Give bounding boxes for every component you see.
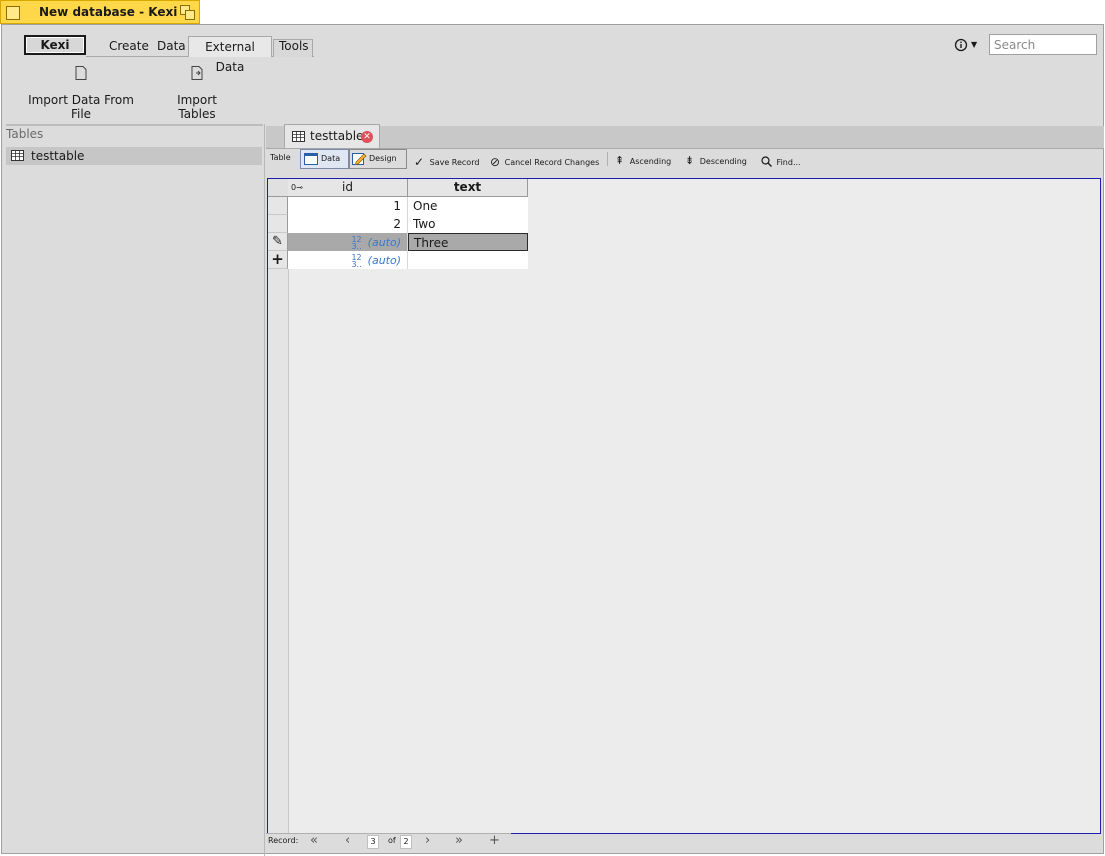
table-cell[interactable]: 12 3.. (auto) — [288, 233, 408, 251]
new-record-row-header[interactable]: + — [268, 251, 288, 269]
sort-ascending-button[interactable]: ⇞ Ascending — [615, 154, 671, 167]
table-cell[interactable]: 1 — [288, 197, 408, 215]
import-data-from-file-button[interactable]: Import Data From File — [20, 65, 142, 121]
previous-record-icon[interactable]: ‹ — [345, 833, 350, 848]
table-grid[interactable] — [267, 178, 1101, 834]
tab-testtable[interactable]: testtable ✕ — [284, 124, 380, 148]
next-record-icon[interactable]: › — [425, 833, 430, 848]
import-tables-icon — [191, 66, 203, 80]
import-tables-label: Import Tables — [177, 93, 217, 121]
last-record-icon[interactable]: » — [455, 833, 463, 848]
table-cell[interactable]: 2 — [288, 215, 408, 233]
record-of-label: of — [388, 836, 396, 845]
new-record-icon[interactable]: + — [489, 833, 500, 848]
search-input[interactable] — [989, 34, 1097, 55]
project-navigator — [6, 124, 263, 853]
row-header[interactable] — [268, 197, 288, 215]
table-cell[interactable]: One — [408, 197, 528, 215]
datasheet-icon — [304, 153, 318, 165]
window-title: New database - Kexi — [39, 5, 178, 19]
chevron-down-icon[interactable]: ▼ — [971, 40, 977, 49]
checkmark-icon: ✓ — [414, 155, 425, 169]
info-icon[interactable] — [954, 38, 968, 52]
autonumber-icon: 12 3.. — [351, 235, 362, 251]
pencil-icon: ✎ — [272, 234, 283, 249]
sort-ascending-icon: ⇞ — [615, 154, 625, 167]
tab-kexi[interactable]: Kexi — [24, 35, 86, 55]
autonumber-icon: 12 3.. — [351, 253, 362, 269]
auto-value: (auto) — [367, 236, 401, 249]
navigator-header: Tables — [6, 127, 44, 141]
cancel-record-changes-label: Cancel Record Changes — [504, 158, 600, 167]
column-header-text[interactable]: text — [408, 179, 528, 197]
window-menu-icon[interactable] — [6, 6, 20, 20]
toolbar-section-label: Table — [270, 153, 291, 162]
keep-above-icon[interactable] — [180, 5, 195, 20]
autonumber-icon-bottom: 3.. — [351, 241, 362, 251]
sort-ascending-label: Ascending — [629, 157, 672, 166]
column-header-label: id — [342, 180, 353, 194]
close-icon[interactable]: ✕ — [361, 131, 373, 143]
data-view-label: Data — [321, 154, 341, 163]
main-window: Kexi Create Data External Data Tools ▼ I… — [1, 24, 1104, 856]
find-button[interactable]: Find... — [761, 154, 801, 167]
navigator-item-label: testtable — [31, 149, 85, 163]
autonumber-icon-bottom: 3.. — [351, 259, 362, 269]
first-record-icon[interactable]: « — [310, 833, 318, 848]
tab-create[interactable]: Create — [109, 39, 149, 53]
tab-data[interactable]: Data — [157, 39, 186, 53]
row-header-editing[interactable]: ✎ — [268, 233, 288, 251]
row-header[interactable] — [268, 215, 288, 233]
sort-descending-label: Descending — [699, 157, 747, 166]
record-total: 2 — [400, 835, 412, 849]
file-icon — [75, 66, 87, 80]
table-cell[interactable]: 12 3.. (auto) — [288, 251, 408, 269]
design-view-button[interactable]: Design — [349, 149, 407, 169]
table-cell[interactable] — [408, 251, 528, 269]
data-view-button[interactable]: Data — [300, 149, 349, 169]
navigator-item-testtable[interactable]: testtable — [6, 147, 262, 165]
auto-value: (auto) — [367, 254, 401, 267]
table-icon — [11, 150, 24, 161]
cancel-icon: ⊘ — [490, 155, 501, 169]
column-header-id[interactable]: 0⊸ id — [288, 179, 408, 197]
document-tab-bar — [266, 126, 1104, 149]
import-data-from-file-label: Import Data From File — [28, 93, 134, 121]
design-view-label: Design — [369, 154, 397, 163]
record-navigator-divider — [266, 833, 511, 834]
table-icon — [292, 131, 305, 142]
import-tables-button[interactable]: Import Tables — [157, 65, 237, 121]
table-cell-current[interactable]: Three — [408, 233, 528, 251]
find-label: Find... — [776, 158, 801, 167]
cancel-record-changes-button[interactable]: ⊘ Cancel Record Changes — [490, 154, 600, 169]
window-titlebar[interactable]: New database - Kexi — [0, 0, 200, 24]
tab-external-data[interactable]: External Data — [188, 36, 272, 74]
save-record-button[interactable]: ✓ Save Record — [414, 154, 480, 169]
record-navigator-label: Record: — [268, 836, 299, 845]
search-icon — [761, 156, 772, 167]
current-record-input[interactable]: 3 — [367, 835, 379, 849]
table-cell[interactable]: Two — [408, 215, 528, 233]
pane-splitter[interactable] — [264, 124, 265, 856]
tab-tools[interactable]: Tools — [279, 39, 309, 53]
primary-key-icon: 0⊸ — [291, 183, 303, 192]
design-pencil-icon — [352, 153, 367, 165]
sort-descending-icon: ⇟ — [685, 154, 695, 167]
toolbar-separator — [607, 152, 608, 166]
document-tab-label: testtable — [310, 129, 364, 143]
plus-icon: + — [271, 250, 284, 268]
save-record-label: Save Record — [429, 158, 480, 167]
grid-corner — [268, 179, 288, 197]
row-header-column — [268, 179, 289, 833]
sort-descending-button[interactable]: ⇟ Descending — [685, 154, 747, 167]
